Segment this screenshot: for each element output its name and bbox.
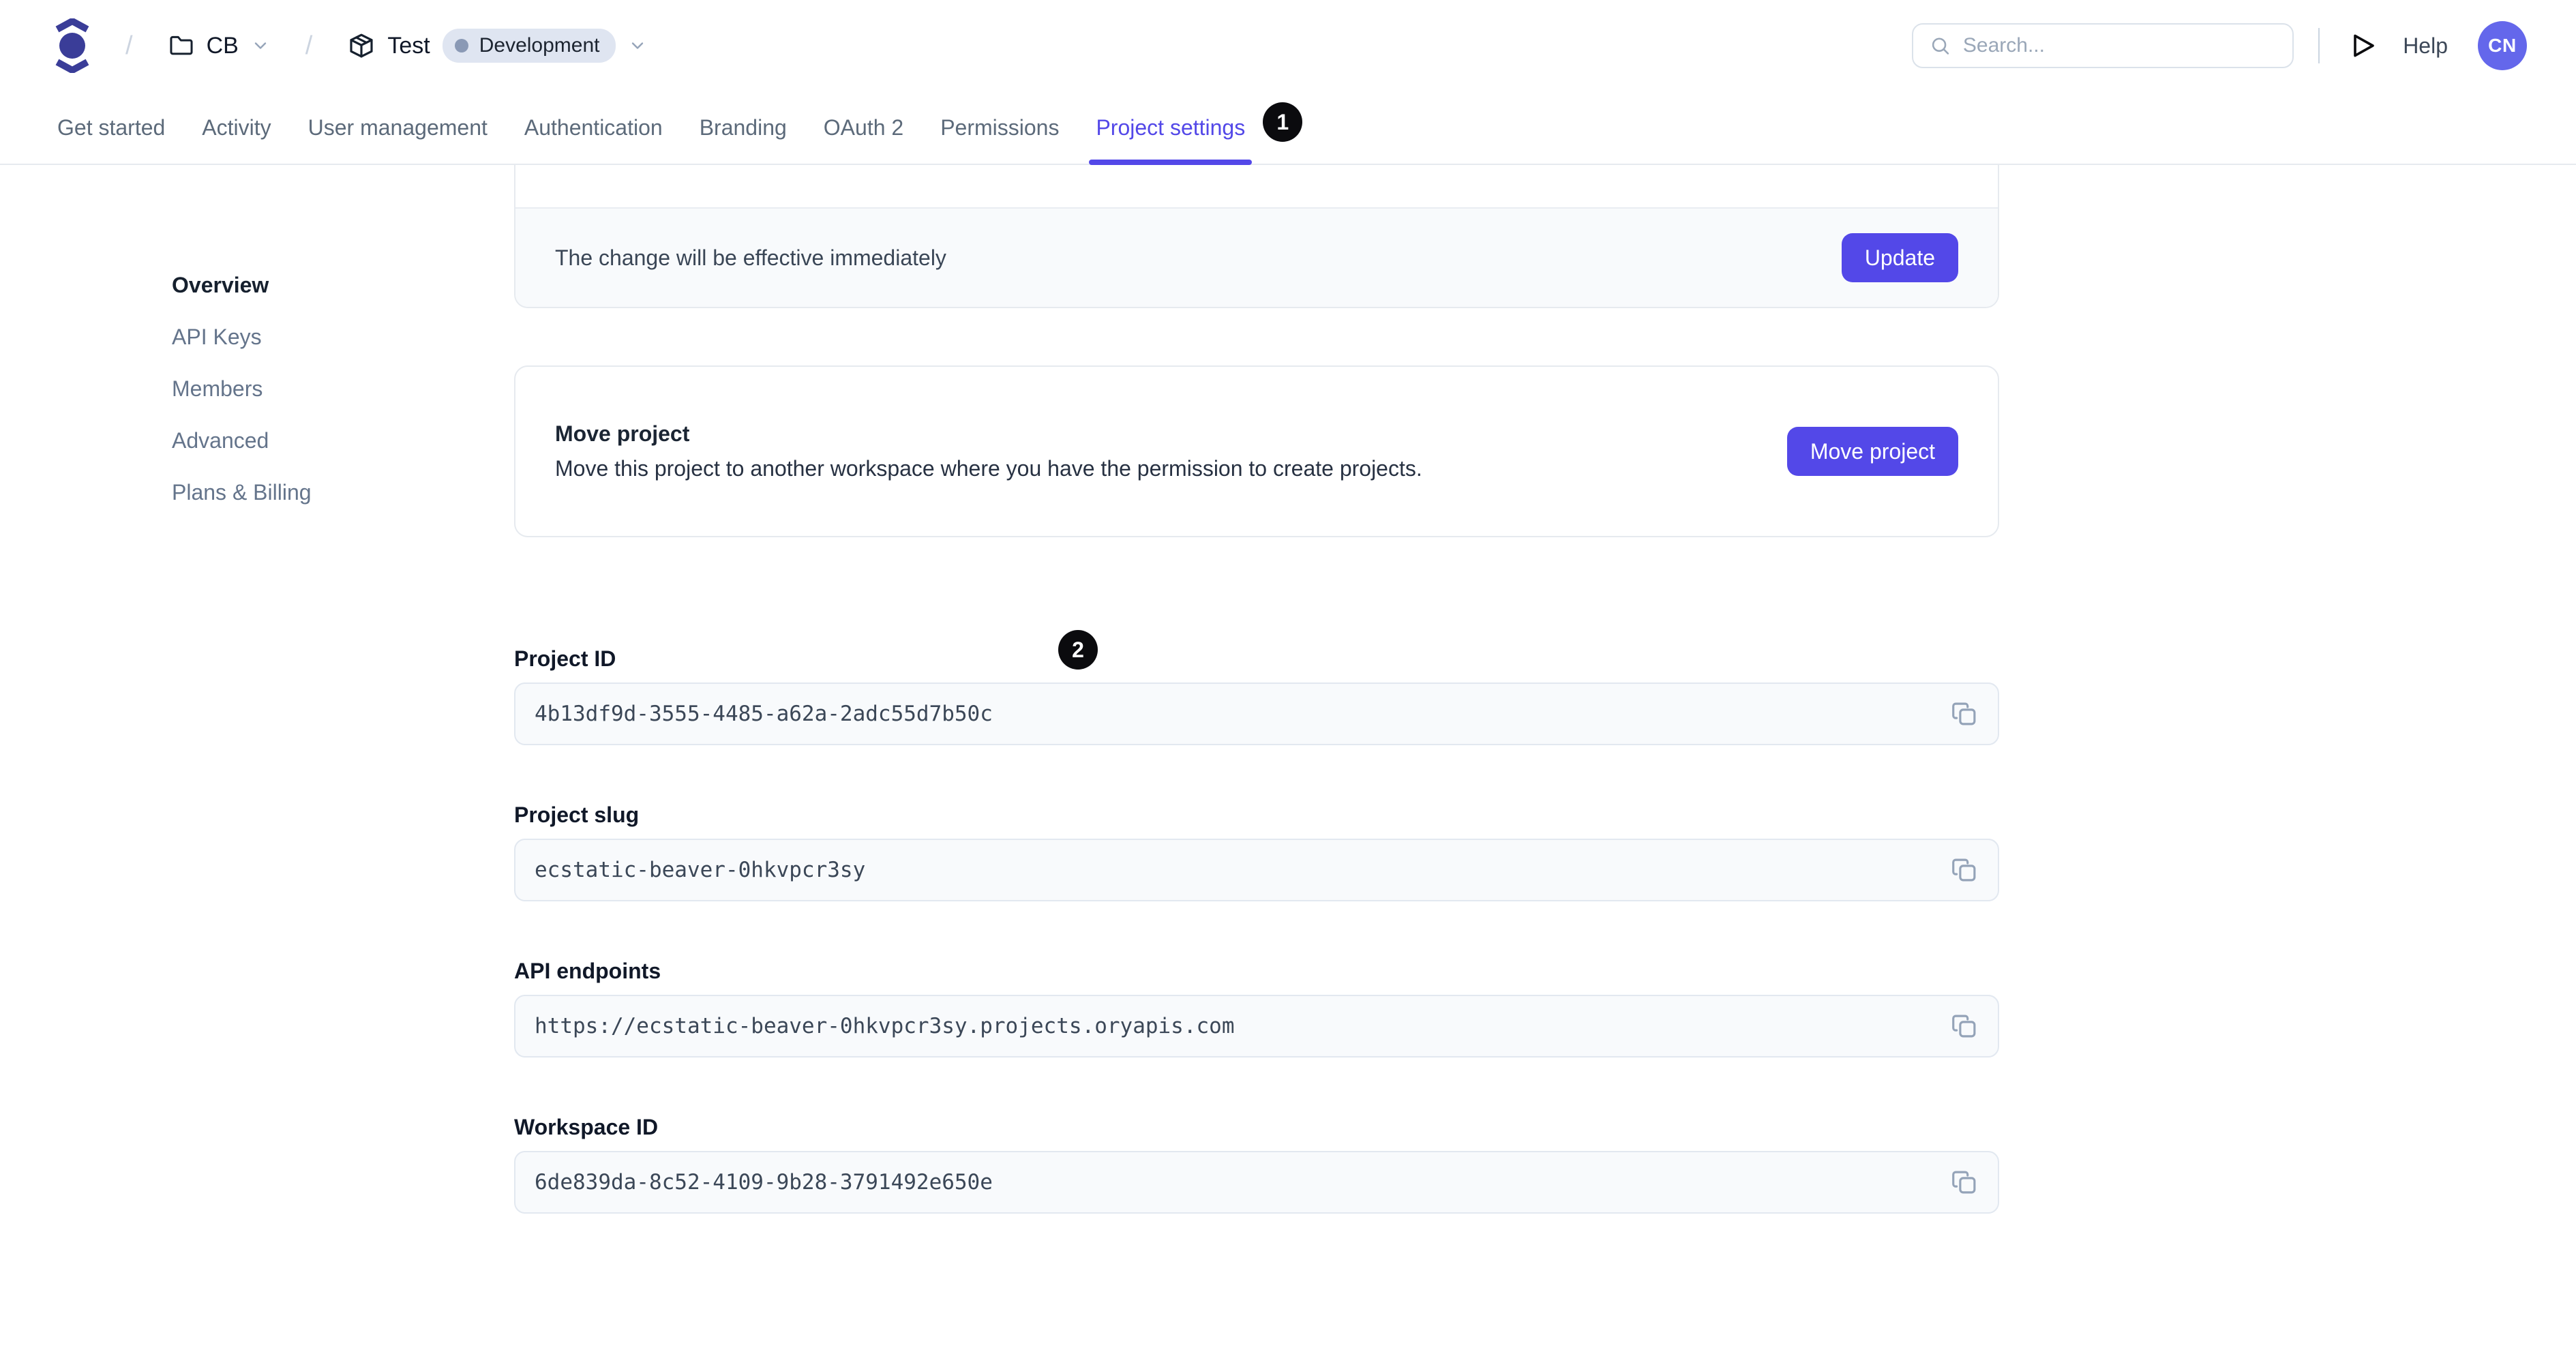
copy-project-id-button[interactable] [1946, 695, 1983, 732]
project-slug-field: ecstatic-beaver-0hkvpcr3sy [514, 839, 1999, 901]
copy-icon [1952, 1171, 1976, 1194]
sidebar-item-advanced[interactable]: Advanced [172, 415, 514, 466]
tab-oauth2[interactable]: OAuth 2 [821, 91, 906, 164]
update-card: The change will be effective immediately… [514, 165, 1999, 308]
environment-dot-icon [454, 39, 468, 52]
chevron-down-icon [254, 42, 266, 49]
project-id-section: Project ID 4b13df9d-3555-4485-a62a-2adc5… [514, 646, 1999, 745]
project-slug-section: Project slug ecstatic-beaver-0hkvpcr3sy [514, 802, 1999, 901]
help-link[interactable]: Help [2403, 33, 2448, 59]
environment-badge: Development [442, 29, 616, 63]
api-endpoints-value: https://ecstatic-beaver-0hkvpcr3sy.proje… [535, 1014, 1235, 1038]
page-body: Overview API Keys Members Advanced Plans… [0, 165, 2576, 1214]
copy-icon [1952, 702, 1976, 725]
project-id-field: 4b13df9d-3555-4485-a62a-2adc55d7b50c [514, 682, 1999, 745]
update-card-footer: The change will be effective immediately… [515, 207, 1998, 307]
update-card-body [515, 165, 1998, 207]
settings-sidebar: Overview API Keys Members Advanced Plans… [0, 165, 514, 518]
move-project-description: Move this project to another workspace w… [555, 456, 1422, 481]
api-endpoints-label: API endpoints [514, 959, 661, 983]
api-endpoints-field: https://ecstatic-beaver-0hkvpcr3sy.proje… [514, 995, 1999, 1058]
ory-logo[interactable] [55, 18, 90, 73]
copy-icon [1952, 1015, 1976, 1038]
tab-project-settings[interactable]: Project settings 1 [1089, 91, 1303, 165]
update-message: The change will be effective immediately [555, 245, 946, 270]
environment-label: Development [479, 34, 600, 57]
workspace-id-value: 6de839da-8c52-4109-9b28-3791492e650e [535, 1170, 993, 1195]
project-slug-value: ecstatic-beaver-0hkvpcr3sy [535, 858, 866, 882]
sidebar-item-plans-billing[interactable]: Plans & Billing [172, 466, 514, 518]
tab-activity[interactable]: Activity [199, 91, 273, 164]
search-icon [1932, 38, 1949, 55]
copy-icon [1952, 858, 1976, 882]
breadcrumb-separator: / [305, 31, 313, 60]
workspace-name: CB [206, 32, 239, 59]
workspace-switcher[interactable]: CB [168, 33, 270, 59]
header-actions: Help CN [1912, 21, 2527, 70]
project-slug-label: Project slug [514, 802, 640, 827]
sidebar-item-members[interactable]: Members [172, 363, 514, 415]
top-header: / CB / Test Development Search... Help C… [0, 0, 2576, 91]
move-project-text: Move project Move this project to anothe… [555, 421, 1422, 481]
chevron-down-icon [632, 42, 644, 49]
workspace-id-field: 6de839da-8c52-4109-9b28-3791492e650e [514, 1151, 1999, 1214]
folder-icon [170, 35, 193, 55]
copy-project-slug-button[interactable] [1946, 852, 1983, 888]
search-box[interactable] [1912, 23, 2294, 68]
api-endpoints-section: API endpoints https://ecstatic-beaver-0h… [514, 959, 1999, 1058]
copy-workspace-id-button[interactable] [1946, 1164, 1983, 1201]
tab-authentication[interactable]: Authentication [522, 91, 665, 164]
move-project-card: Move project Move this project to anothe… [514, 365, 1999, 537]
header-divider [2318, 28, 2320, 63]
update-button[interactable]: Update [1841, 233, 1958, 282]
play-icon[interactable] [2347, 27, 2381, 64]
workspace-id-section: Workspace ID 6de839da-8c52-4109-9b28-379… [514, 1115, 1999, 1214]
search-input[interactable] [1962, 34, 2277, 57]
tab-permissions[interactable]: Permissions [938, 91, 1062, 164]
move-project-button[interactable]: Move project [1786, 427, 1958, 476]
tab-project-settings-label: Project settings [1096, 115, 1246, 140]
avatar[interactable]: CN [2478, 21, 2527, 70]
project-tabbar: Get started Activity User management Aut… [0, 91, 2576, 165]
move-project-title: Move project [555, 421, 690, 446]
tab-user-management[interactable]: User management [305, 91, 490, 164]
app-window: / CB / Test Development Search... Help C… [0, 0, 2576, 1365]
package-icon [350, 33, 373, 58]
settings-main: The change will be effective immediately… [514, 165, 1999, 1214]
sidebar-item-overview[interactable]: Overview [172, 259, 514, 311]
tab-get-started[interactable]: Get started [55, 91, 168, 164]
project-name: Test [387, 32, 430, 59]
breadcrumb-separator: / [125, 31, 133, 60]
sidebar-item-api-keys[interactable]: API Keys [172, 311, 514, 363]
project-switcher[interactable]: Test Development [348, 29, 647, 63]
tab-branding[interactable]: Branding [697, 91, 790, 164]
breadcrumb: / CB / Test Development [55, 18, 647, 73]
annotation-badge-2: 2 [1058, 630, 1098, 670]
workspace-id-label: Workspace ID [514, 1115, 659, 1139]
project-id-label: Project ID [514, 646, 616, 671]
project-id-value: 4b13df9d-3555-4485-a62a-2adc55d7b50c [535, 702, 993, 726]
annotation-badge-1: 1 [1263, 102, 1303, 142]
copy-api-endpoints-button[interactable] [1946, 1008, 1983, 1045]
